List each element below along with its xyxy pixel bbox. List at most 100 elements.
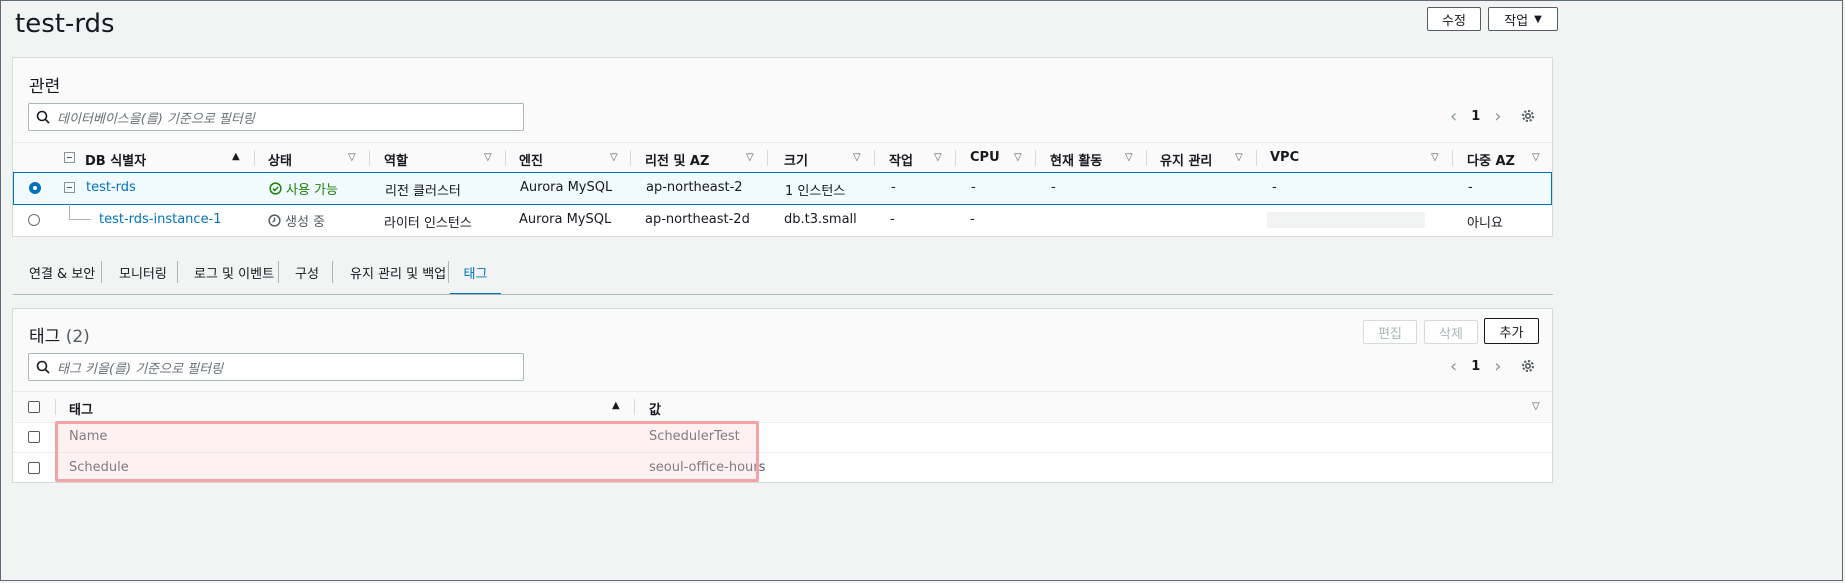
settings-gear-icon[interactable] xyxy=(1520,358,1536,374)
actions-button-label: 작업 xyxy=(1504,13,1529,29)
tab-sep xyxy=(177,261,178,283)
filter-caret-icon[interactable]: ▽ xyxy=(1125,152,1133,163)
add-tag-button[interactable]: 추가 xyxy=(1484,318,1539,344)
role-cell: 리전 클러스터 xyxy=(385,184,461,199)
filter-caret-icon[interactable]: ▽ xyxy=(1532,401,1540,412)
caret-down-icon: ▼ xyxy=(1534,13,1542,25)
sort-asc-icon[interactable]: ▲ xyxy=(612,400,620,411)
filter-caret-icon[interactable]: ▽ xyxy=(746,152,754,163)
next-page-icon[interactable]: › xyxy=(1494,356,1501,377)
related-panel: 관련 데이터베이스을(를) 기준으로 필터링 ‹ 1 › DB 식별자 ▲ 상태… xyxy=(12,57,1553,237)
related-table-header: DB 식별자 ▲ 상태 ▽ 역할 ▽ 엔진 ▽ 리전 및 AZ ▽ 크기 ▽ 작… xyxy=(13,142,1552,174)
edit-button-label: 수정 xyxy=(1442,13,1466,29)
current-page[interactable]: 1 xyxy=(1471,109,1480,124)
row-checkbox[interactable] xyxy=(28,431,40,443)
current-page[interactable]: 1 xyxy=(1471,359,1480,374)
filter-caret-icon[interactable]: ▽ xyxy=(484,152,492,163)
filter-caret-icon[interactable]: ▽ xyxy=(1532,152,1540,163)
database-filter-input[interactable]: 데이터베이스을(를) 기준으로 필터링 xyxy=(28,103,524,131)
role-cell: 라이터 인스턴스 xyxy=(384,216,472,231)
size-cell: 1 인스턴스 xyxy=(785,184,846,199)
tab-maintenance-backup[interactable]: 유지 관리 및 백업 xyxy=(350,251,446,293)
col-current-activity[interactable]: 현재 활동 xyxy=(1050,150,1102,169)
col-sep xyxy=(505,150,506,166)
col-maintenance[interactable]: 유지 관리 xyxy=(1160,150,1212,169)
tab-sep xyxy=(278,261,279,283)
table-row-cluster[interactable]: test-rds 사용 가능 리전 클러스터 Aurora MySQL ap-n… xyxy=(13,172,1552,205)
filter-caret-icon[interactable]: ▽ xyxy=(348,152,356,163)
tab-tags[interactable]: 태그 xyxy=(450,251,501,295)
col-multi-az[interactable]: 다중 AZ xyxy=(1467,150,1515,169)
tags-title: 태그 (2) xyxy=(29,322,90,347)
col-tag-key[interactable]: 태그 xyxy=(69,399,93,418)
collapse-all-icon[interactable] xyxy=(64,152,75,163)
col-sep xyxy=(1146,150,1147,166)
filter-caret-icon[interactable]: ▽ xyxy=(853,152,861,163)
tab-logs-events[interactable]: 로그 및 이벤트 xyxy=(194,251,274,293)
app-frame: test-rds 수정 작업 ▼ 관련 데이터베이스을(를) 기준으로 필터링 … xyxy=(0,0,1843,581)
actions-dropdown-button[interactable]: 작업 ▼ xyxy=(1488,7,1558,31)
col-sep xyxy=(1452,150,1453,166)
col-sep xyxy=(254,150,255,166)
col-tag-value[interactable]: 값 xyxy=(649,399,661,418)
col-sep xyxy=(369,150,370,166)
filter-caret-icon[interactable]: ▽ xyxy=(1431,152,1439,163)
col-engine[interactable]: 엔진 xyxy=(519,150,543,169)
tab-sep xyxy=(101,261,102,283)
select-all-checkbox[interactable] xyxy=(28,401,40,413)
status-creating: 생성 중 xyxy=(268,211,325,230)
tag-filter-input[interactable]: 태그 키을(를) 기준으로 필터링 xyxy=(28,353,524,381)
engine-cell: Aurora MySQL xyxy=(520,180,613,195)
col-status[interactable]: 상태 xyxy=(268,150,292,169)
highlight-annotation-box xyxy=(55,421,759,482)
search-icon xyxy=(29,104,57,130)
col-size[interactable]: 크기 xyxy=(784,150,808,169)
col-cpu[interactable]: CPU xyxy=(970,150,1000,165)
sort-asc-icon[interactable]: ▲ xyxy=(232,151,240,162)
cpu-cell: - xyxy=(970,212,975,227)
col-sep xyxy=(630,150,631,166)
related-title: 관련 xyxy=(29,77,61,97)
col-action[interactable]: 작업 xyxy=(889,150,913,169)
tab-connectivity[interactable]: 연결 & 보안 xyxy=(29,251,95,293)
settings-gear-icon[interactable] xyxy=(1520,108,1536,124)
db-identifier-link[interactable]: test-rds xyxy=(86,180,136,195)
delete-tag-button[interactable]: 삭제 xyxy=(1424,320,1478,344)
collapse-row-icon[interactable] xyxy=(64,182,75,193)
tags-table-header: 태그 ▲ 값 ▽ xyxy=(13,391,1552,423)
table-row-instance[interactable]: test-rds-instance-1 생성 중 라이터 인스턴스 Aurora… xyxy=(13,204,1552,236)
col-db-identifier[interactable]: DB 식별자 xyxy=(85,150,146,169)
tags-panel: 태그 (2) 편집 삭제 추가 태그 키을(를) 기준으로 필터링 ‹ 1 › xyxy=(12,308,1553,483)
row-radio[interactable] xyxy=(28,214,40,226)
row-radio-selected[interactable] xyxy=(29,182,41,194)
filter-caret-icon[interactable]: ▽ xyxy=(934,152,942,163)
col-vpc[interactable]: VPC xyxy=(1270,150,1299,165)
search-placeholder: 데이터베이스을(를) 기준으로 필터링 xyxy=(57,111,255,127)
edit-tag-label: 편집 xyxy=(1378,326,1402,342)
vpc-cell: - xyxy=(1272,180,1277,195)
edit-button[interactable]: 수정 xyxy=(1427,7,1481,31)
search-placeholder: 태그 키을(를) 기준으로 필터링 xyxy=(57,361,224,377)
prev-page-icon[interactable]: ‹ xyxy=(1450,356,1457,377)
col-region-az[interactable]: 리전 및 AZ xyxy=(645,150,709,169)
related-pagination: ‹ 1 › xyxy=(1450,106,1501,127)
col-sep xyxy=(1035,150,1036,166)
action-cell: - xyxy=(891,180,896,195)
filter-caret-icon[interactable]: ▽ xyxy=(610,152,618,163)
tab-monitoring[interactable]: 모니터링 xyxy=(119,251,167,293)
status-available: 사용 가능 xyxy=(269,179,338,198)
tab-configuration[interactable]: 구성 xyxy=(295,251,319,293)
col-sep xyxy=(874,150,875,166)
col-role[interactable]: 역할 xyxy=(384,150,408,169)
filter-caret-icon[interactable]: ▽ xyxy=(1014,152,1022,163)
next-page-icon[interactable]: › xyxy=(1494,106,1501,127)
add-tag-label: 추가 xyxy=(1499,325,1524,341)
col-sep xyxy=(767,150,768,166)
prev-page-icon[interactable]: ‹ xyxy=(1450,106,1457,127)
edit-tag-button[interactable]: 편집 xyxy=(1363,320,1417,344)
filter-caret-icon[interactable]: ▽ xyxy=(1235,152,1243,163)
db-identifier-link[interactable]: test-rds-instance-1 xyxy=(99,212,222,227)
region-cell: ap-northeast-2 xyxy=(646,180,743,195)
row-checkbox[interactable] xyxy=(28,462,40,474)
engine-cell: Aurora MySQL xyxy=(519,212,612,227)
